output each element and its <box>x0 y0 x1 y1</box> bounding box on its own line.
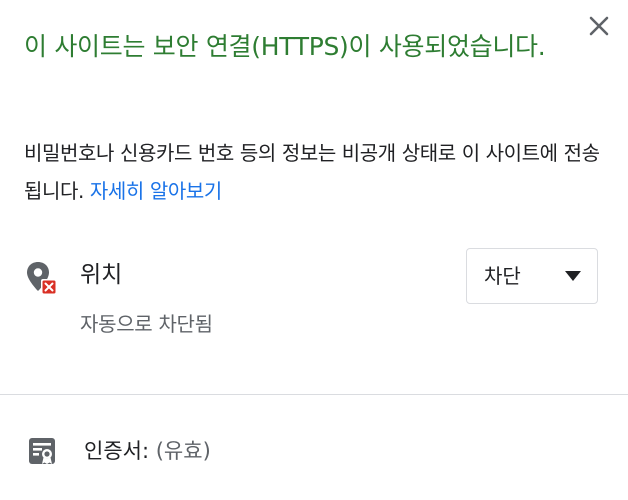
learn-more-link[interactable]: 자세히 알아보기 <box>90 179 222 203</box>
location-blocked-icon <box>24 260 58 296</box>
section-divider <box>0 394 628 395</box>
certificate-label: 인증서: (유효) <box>84 434 211 468</box>
certificate-row[interactable]: 인증서: (유효) <box>0 420 628 480</box>
chevron-down-icon <box>565 271 581 281</box>
certificate-icon <box>29 438 55 464</box>
security-status-title: 이 사이트는 보안 연결(HTTPS)이 사용되었습니다. <box>24 32 546 61</box>
location-permission-select[interactable]: 차단 <box>466 248 598 304</box>
location-permission-sublabel: 자동으로 차단됨 <box>80 312 213 336</box>
certificate-status: (유효) <box>155 439 211 463</box>
certificate-label-text: 인증서: <box>84 439 150 463</box>
close-icon <box>589 16 609 36</box>
close-button[interactable] <box>587 14 611 38</box>
location-permission-label: 위치 <box>80 262 123 288</box>
security-description: 비밀번호나 신용카드 번호 등의 정보는 비공개 상태로 이 사이트에 전송됩니… <box>24 134 614 210</box>
location-select-value: 차단 <box>484 264 521 288</box>
